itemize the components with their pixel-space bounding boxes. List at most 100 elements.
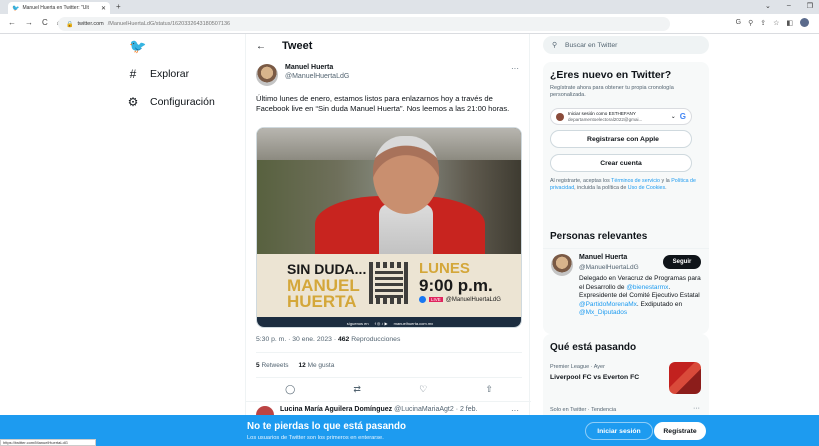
tweet-meta: 5:30 p. m. · 30 ene. 2023 · 462 Reproduc…	[256, 336, 400, 343]
image-footer-strip: síguenos en f ◎ ♪ ▶ manuelhuerta.com.mx	[257, 317, 521, 327]
terms-a: Al registrarte, aceptas los	[550, 178, 612, 184]
chevron-down-icon: ⌄	[670, 114, 676, 120]
terms-c: , incluida la política de	[574, 185, 628, 191]
person-bio: Delegado en Veracruz de Programas para e…	[579, 275, 703, 318]
trending-title: Qué está pasando	[550, 342, 637, 353]
trend-image[interactable]	[669, 362, 701, 394]
avatar[interactable]	[256, 64, 278, 86]
bio-link-morena[interactable]: @PartidoMorenaMx	[579, 301, 637, 308]
nav-item-label: Configuración	[150, 96, 215, 108]
nav-item-label: Explorar	[150, 68, 190, 80]
search-icon: ⚲	[552, 42, 557, 49]
tab-title: Manuel Huerta en Twitter: "Últ	[22, 5, 89, 11]
banner-name: MANUEL HUERTA	[287, 277, 360, 311]
bio-link-bienestar[interactable]: @bienestarmx	[626, 284, 668, 291]
tweet-author[interactable]: Manuel Huerta @ManuelHuertaLdG	[256, 64, 349, 86]
avatar[interactable]	[551, 254, 573, 276]
banner-time: 9:00 p.m.	[419, 276, 493, 295]
person-name[interactable]: Manuel Huerta	[579, 254, 627, 261]
profile-avatar[interactable]	[800, 18, 809, 27]
google-line1: Iniciar sesión como ESTHEFANY	[568, 111, 636, 116]
retweets-stat[interactable]: 5 Retweets	[256, 362, 289, 369]
reload-icon[interactable]: C	[42, 18, 48, 27]
create-account-button[interactable]: Crear cuenta	[550, 154, 692, 172]
gear-icon: ⚙	[127, 95, 139, 109]
url-input[interactable]: 🔒 twitter.com/ManuelHuertaLdG/status/162…	[58, 17, 670, 31]
browser-tab[interactable]: 🐦 Manuel Huerta en Twitter: "Últ ✕	[8, 2, 110, 14]
sidebar-icon[interactable]: ◧	[786, 19, 793, 27]
terms-link[interactable]: Términos de servicio	[611, 178, 660, 184]
zoom-icon[interactable]: ⚲	[748, 19, 753, 27]
tweet-image[interactable]: SIN DUDA... MANUEL HUERTA LUNES 9:00 p.m.…	[256, 127, 522, 328]
qr-code	[369, 262, 409, 304]
person-handle[interactable]: @ManuelHuertaLdG	[579, 264, 639, 271]
social-icons: f ◎ ♪ ▶	[374, 320, 388, 326]
twitter-favicon-icon: 🐦	[12, 5, 20, 12]
tweet-stats: 5 Retweets 12 Me gusta	[256, 362, 334, 369]
like-icon[interactable]: ♡	[419, 384, 427, 395]
views-label: Reproducciones	[351, 336, 401, 343]
retweet-icon[interactable]: ⇄	[353, 384, 361, 395]
back-arrow-icon[interactable]: ←	[256, 41, 266, 52]
likes-count: 12	[298, 362, 306, 369]
window-controls: ⌄ – ❐	[765, 2, 813, 10]
more-options-icon[interactable]: ···	[511, 64, 519, 73]
signup-button[interactable]: Regístrate	[654, 422, 706, 440]
photo	[257, 128, 521, 266]
google-signin-button[interactable]: Iniciar sesión como ESTHEFANY departamen…	[550, 108, 692, 125]
url-host: twitter.com	[77, 21, 104, 27]
follow-button[interactable]: Seguir	[663, 255, 701, 269]
views-count: 462	[338, 336, 350, 343]
banner-line3: HUERTA	[287, 292, 357, 311]
signup-subtitle: Regístrate ahora para obtener tu propia …	[550, 85, 674, 98]
tweet-text: Último lunes de enero, estamos listos pa…	[256, 94, 510, 113]
minimize-icon[interactable]: –	[787, 2, 791, 10]
browser-tab-bar: 🐦 Manuel Huerta en Twitter: "Últ ✕ + ⌄ –…	[0, 0, 819, 14]
likes-stat[interactable]: 12 Me gusta	[299, 362, 335, 369]
signup-card: ¿Eres nuevo en Twitter? Regístrate ahora…	[543, 62, 709, 250]
more-options-icon[interactable]: ···	[511, 406, 519, 415]
browser-address-bar: ← → C ⌂ 🔒 twitter.com/ManuelHuertaLdG/st…	[0, 14, 819, 34]
login-button[interactable]: Iniciar sesión	[585, 422, 653, 440]
relevant-people-card: Personas relevantes Manuel Huerta @Manue…	[543, 224, 709, 334]
more-options-icon[interactable]: ···	[693, 405, 700, 412]
banner-day: LUNES	[419, 260, 470, 277]
reply-author-name[interactable]: Lucina María Aguilera Domínguez	[280, 406, 392, 413]
likes-label: Me gusta	[307, 362, 335, 369]
forward-arrow-icon[interactable]: →	[25, 18, 33, 27]
cookies-link[interactable]: Uso de Cookies	[628, 185, 665, 191]
terms-text: Al registrarte, aceptas los Términos de …	[550, 178, 702, 192]
banner-title: No te pierdas lo que está pasando	[247, 421, 406, 432]
reply-icon[interactable]: ◯	[285, 384, 295, 395]
nav-item-settings[interactable]: ⚙ Configuración	[126, 95, 215, 109]
chevron-down-icon[interactable]: ⌄	[765, 2, 771, 10]
tweet-timestamp[interactable]: 5:30 p. m. · 30 ene. 2023 ·	[256, 336, 336, 343]
main-column: ← Tweet Manuel Huerta @ManuelHuertaLdG ·…	[245, 34, 531, 446]
page-header: ← Tweet	[256, 40, 312, 52]
reply-author-handle[interactable]: @LucinaMariaAgt2 · 2 feb.	[394, 406, 477, 413]
banner-subtitle: Los usuarios de Twitter son los primeros…	[247, 435, 384, 441]
close-tab-icon[interactable]: ✕	[101, 5, 106, 12]
url-path: /ManuelHuertaLdG/status/1620332643180507…	[107, 21, 231, 27]
share-icon[interactable]: ⇪	[760, 19, 766, 27]
search-input[interactable]: ⚲ Buscar en Twitter	[543, 36, 709, 54]
live-badge: LIVE	[429, 297, 443, 302]
author-handle[interactable]: @ManuelHuertaLdG	[285, 73, 349, 80]
google-lens-icon[interactable]: G	[736, 19, 741, 26]
back-arrow-icon[interactable]: ←	[8, 18, 16, 27]
terms-d: .	[665, 185, 667, 191]
new-tab-icon[interactable]: +	[116, 2, 121, 11]
maximize-icon[interactable]: ❐	[807, 2, 813, 10]
image-banner: SIN DUDA... MANUEL HUERTA LUNES 9:00 p.m.…	[257, 254, 521, 317]
apple-signup-button[interactable]: Registrarse con Apple	[550, 130, 692, 148]
footer-right: manuelhuerta.com.mx	[393, 320, 434, 326]
star-icon[interactable]: ☆	[773, 19, 779, 27]
nav-item-explore[interactable]: # Explorar	[126, 67, 189, 81]
google-icon: G	[679, 112, 686, 121]
twitter-logo-icon[interactable]: 🐦	[129, 38, 146, 55]
share-icon[interactable]: ⇧	[485, 384, 493, 395]
footer-left: síguenos en	[346, 320, 369, 326]
trend-title[interactable]: Liverpool FC vs Everton FC	[550, 374, 639, 381]
author-name[interactable]: Manuel Huerta	[285, 64, 349, 71]
bio-link-diputados[interactable]: @Mx_Diputados	[579, 309, 627, 316]
